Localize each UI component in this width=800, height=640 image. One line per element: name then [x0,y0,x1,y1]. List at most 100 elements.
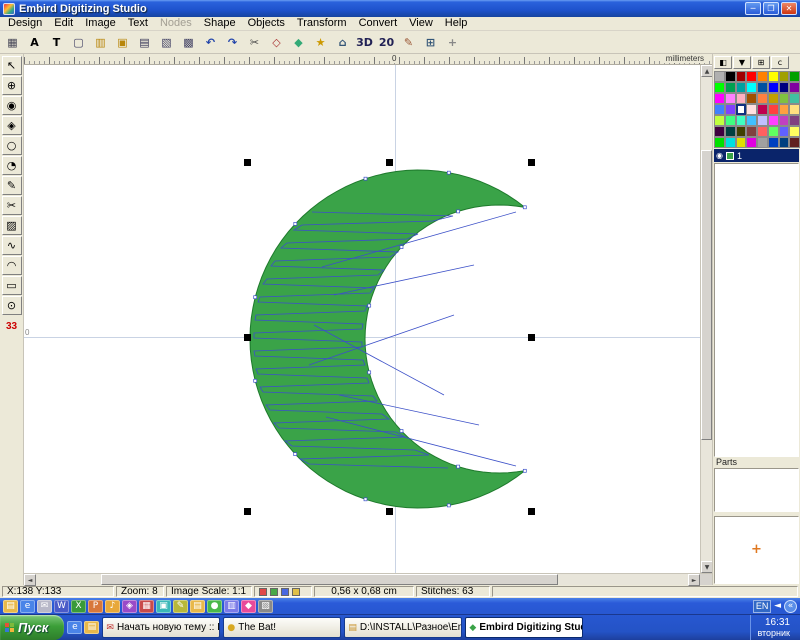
select-mode-button[interactable]: ▦ [2,32,23,52]
selection-handle-top-right[interactable] [528,159,535,166]
color-swatch[interactable] [768,71,779,82]
color-swatch[interactable] [757,82,768,93]
selection-handle-mid-right[interactable] [528,334,535,341]
color-swatch[interactable] [746,126,757,137]
horizontal-scrollbar[interactable]: ◄ ► [24,574,700,585]
color-swatch[interactable] [736,104,747,115]
color-swatch[interactable] [746,104,757,115]
color-swatch[interactable] [768,93,779,104]
color-swatch[interactable] [757,93,768,104]
quick-launch-icon[interactable]: ▦ [139,600,154,613]
print-button[interactable]: ▧ [156,32,177,52]
color-swatch[interactable] [757,137,768,148]
undo-button[interactable]: ↶ [200,32,221,52]
redo-button[interactable]: ↷ [222,32,243,52]
object-detail-list[interactable] [714,163,799,457]
color-swatch[interactable] [746,82,757,93]
design-canvas[interactable]: 0 [24,65,700,573]
quick-launch-icon[interactable]: ▤ [190,600,205,613]
fill-tool-button[interactable]: ▨ [2,216,22,235]
open-design-button[interactable]: ▥ [90,32,111,52]
color-swatch[interactable] [746,115,757,126]
color-swatch[interactable] [757,115,768,126]
menu-item[interactable]: Image [79,17,122,30]
color-swatch[interactable] [779,115,790,126]
quick-launch-icon[interactable]: P [88,600,103,613]
color-swatch[interactable] [714,82,725,93]
select-tool-button[interactable]: ↖ [2,56,22,75]
quick-launch-icon[interactable]: ✉ [37,600,52,613]
color-swatch[interactable] [757,126,768,137]
color-swatch[interactable] [714,93,725,104]
color-swatch[interactable] [725,126,736,137]
pencil-tool-button[interactable]: ✎ [2,176,22,195]
selection-handle-bottom-right[interactable] [528,508,535,515]
selection-handle-mid-left[interactable] [244,334,251,341]
shape-tool-button[interactable]: ◇ [266,32,287,52]
color-swatch[interactable] [736,115,747,126]
color-swatch[interactable] [779,93,790,104]
crescent-design-object[interactable] [24,65,700,573]
quick-launch-icon[interactable]: W [54,600,69,613]
node-tool-button[interactable]: ⊙ [2,296,22,315]
quick-launch-icon[interactable]: ♪ [105,600,120,613]
curve-tool-button[interactable]: ◠ [2,256,22,275]
color-swatch[interactable] [789,71,800,82]
selection-handle-top-left[interactable] [244,159,251,166]
menu-item[interactable]: Design [2,17,48,30]
color-swatch[interactable] [746,137,757,148]
quick-launch-icon[interactable]: e [20,600,35,613]
quick-launch-icon[interactable]: ◆ [241,600,256,613]
speaker-icon[interactable]: ◄ [774,601,781,611]
object-row-selected[interactable]: ◉ 1 [714,149,799,162]
import-image-button[interactable]: ▣ [112,32,133,52]
quick-launch-icon[interactable]: ✎ [173,600,188,613]
menu-item[interactable]: View [403,17,439,30]
color-swatch[interactable] [768,137,779,148]
menu-item[interactable]: Text [122,17,154,30]
color-swatch[interactable] [725,71,736,82]
color-swatch[interactable] [789,93,800,104]
color-swatch[interactable] [746,93,757,104]
color-swatch[interactable] [789,126,800,137]
color-swatch[interactable] [768,115,779,126]
selection-handle-bottom-left[interactable] [244,508,251,515]
color-swatch[interactable] [779,82,790,93]
color-swatch[interactable] [725,115,736,126]
color-swatch[interactable] [725,137,736,148]
ellipse-tool-button[interactable]: ○ [2,136,22,155]
menu-item[interactable]: Shape [198,17,242,30]
view-3d-button[interactable]: 3D [354,32,375,52]
scroll-right-button[interactable]: ► [688,574,700,586]
color-swatch[interactable] [714,71,725,82]
preview-panel[interactable]: + [714,516,799,584]
color-swatch[interactable] [768,82,779,93]
visibility-eye-icon[interactable]: ◉ [716,151,723,160]
color-swatch[interactable] [789,137,800,148]
fill-stitch-button[interactable]: ◆ [288,32,309,52]
density-20-button[interactable]: 20 [376,32,397,52]
color-swatch[interactable] [736,82,747,93]
lettering-button[interactable]: A [24,32,45,52]
color-swatch[interactable] [789,115,800,126]
language-indicator[interactable]: EN [753,600,771,613]
menu-item[interactable]: Edit [48,17,79,30]
color-swatch[interactable] [725,93,736,104]
quick-launch-icon[interactable]: ▧ [258,600,273,613]
quick-launch-icon[interactable]: ▣ [156,600,171,613]
menu-item[interactable]: Help [439,17,474,30]
menu-item[interactable]: Transform [291,17,353,30]
color-swatch[interactable] [725,82,736,93]
color-swatch[interactable] [789,104,800,115]
color-swatch[interactable] [736,137,747,148]
color-swatch[interactable] [725,104,736,115]
star-shape-button[interactable]: ★ [310,32,331,52]
catalog-button[interactable]: c [771,56,789,69]
taskbar-task-button[interactable]: ◆ Embird Digitizing Stud... [465,617,583,638]
knife-tool-button[interactable]: ✂ [2,196,22,215]
color-swatch[interactable] [736,93,747,104]
color-swatch[interactable] [736,71,747,82]
scroll-left-button[interactable]: ◄ [24,574,36,586]
menu-item[interactable]: Nodes [154,17,198,30]
horizontal-scroll-thumb[interactable] [101,574,557,585]
